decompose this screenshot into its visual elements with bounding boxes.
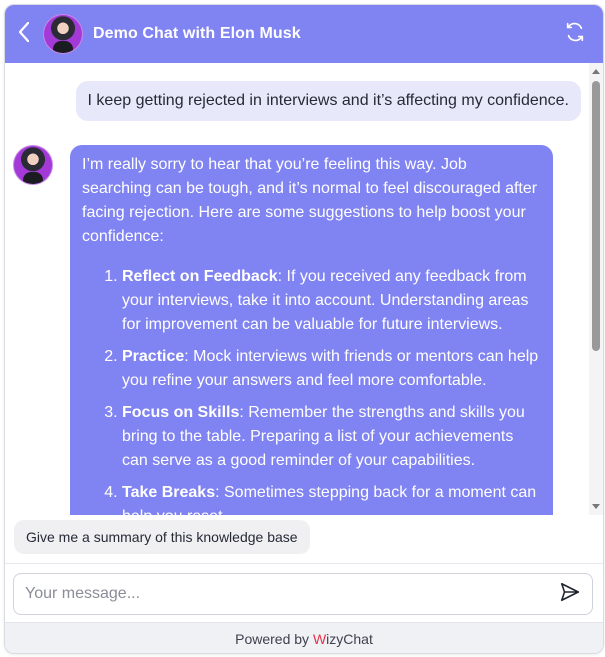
bot-message-intro: I’m really sorry to hear that you’re fee… bbox=[82, 156, 538, 245]
powered-by-footer: Powered by WizyChat bbox=[5, 622, 603, 653]
scroll-up-arrow-icon[interactable] bbox=[592, 69, 600, 74]
suggested-question-chip[interactable]: Give me a summary of this knowledge base bbox=[14, 520, 310, 554]
bot-avatar bbox=[13, 145, 53, 185]
suggestion-list: Reflect on Feedback: If you received any… bbox=[82, 265, 539, 515]
brand-initial: W bbox=[312, 630, 327, 647]
list-item-title: Reflect on Feedback bbox=[122, 268, 278, 285]
back-button[interactable] bbox=[5, 5, 43, 63]
user-message: I keep getting rejected in interviews an… bbox=[75, 81, 581, 121]
list-item: Reflect on Feedback: If you received any… bbox=[122, 265, 539, 337]
divider bbox=[5, 563, 603, 564]
chat-widget: Demo Chat with Elon Musk I keep getting … bbox=[4, 4, 604, 654]
refresh-icon bbox=[564, 21, 586, 48]
refresh-button[interactable] bbox=[563, 22, 587, 46]
send-button[interactable] bbox=[558, 582, 582, 606]
list-item-title: Practice bbox=[122, 348, 185, 365]
footer-prefix: Powered by bbox=[235, 630, 310, 647]
composer bbox=[13, 573, 593, 615]
message-input[interactable] bbox=[23, 584, 547, 604]
send-icon bbox=[559, 581, 581, 608]
list-item-title: Take Breaks bbox=[122, 484, 216, 501]
scrollbar-thumb[interactable] bbox=[592, 81, 600, 351]
message-list[interactable]: I keep getting rejected in interviews an… bbox=[5, 63, 603, 515]
list-item-body: : Mock interviews with friends or mentor… bbox=[122, 348, 539, 389]
brand-name[interactable]: izyChat bbox=[326, 631, 373, 647]
bot-message: I’m really sorry to hear that you’re fee… bbox=[70, 145, 553, 515]
chat-title: Demo Chat with Elon Musk bbox=[93, 25, 301, 42]
chat-header: Demo Chat with Elon Musk bbox=[5, 5, 603, 63]
message-scrollbar[interactable] bbox=[589, 63, 603, 515]
chevron-left-icon bbox=[17, 21, 31, 48]
avatar bbox=[43, 14, 83, 54]
list-item: Focus on Skills: Remember the strengths … bbox=[122, 401, 539, 473]
list-item: Take Breaks: Sometimes stepping back for… bbox=[122, 481, 539, 515]
scroll-down-arrow-icon[interactable] bbox=[592, 504, 600, 509]
list-item: Practice: Mock interviews with friends o… bbox=[122, 345, 539, 393]
list-item-title: Focus on Skills bbox=[122, 404, 240, 421]
